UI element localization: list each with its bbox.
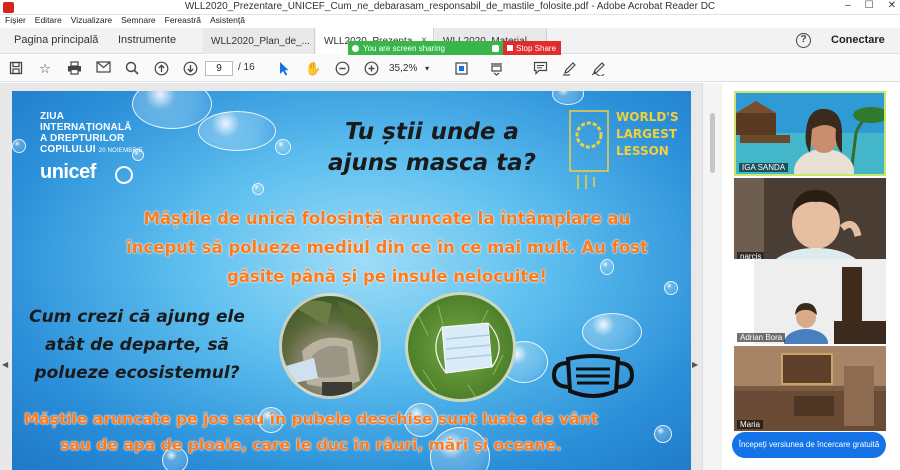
tab-tools[interactable]: Instrumente bbox=[118, 28, 176, 54]
water-drop-decoration bbox=[252, 183, 264, 195]
scrollbar-thumb[interactable] bbox=[710, 113, 715, 173]
email-icon[interactable] bbox=[95, 61, 111, 76]
participant-tile[interactable]: Adrian Bora bbox=[734, 259, 886, 344]
mask-on-chair-photo bbox=[279, 293, 381, 399]
unicef-date: 20 NOIEMBRIE bbox=[98, 148, 144, 154]
slide-question-title: Tu știi unde a ajuns masca ta? bbox=[327, 119, 537, 176]
maximize-button[interactable]: ☐ bbox=[865, 0, 874, 11]
hand-tool-icon[interactable]: ✋ bbox=[305, 61, 321, 76]
unicef-line-3: A DREPTURILOR bbox=[40, 133, 125, 144]
bookmark-star-icon[interactable]: ☆ bbox=[37, 61, 53, 76]
close-button[interactable]: ✕ bbox=[888, 0, 896, 11]
wll-title: WORLD'S LARGEST LESSON bbox=[616, 109, 679, 160]
previous-page-icon[interactable] bbox=[153, 61, 169, 76]
slide-paragraph-wind-rain: Măștile aruncate pe jos sau în pubele de… bbox=[23, 410, 599, 454]
participant-video bbox=[734, 178, 886, 263]
wll-line-1: WORLD'S bbox=[616, 110, 679, 124]
slide-question-ecosystem: Cum crezi că ajung ele atât de departe, … bbox=[29, 307, 245, 383]
sign-icon[interactable] bbox=[590, 61, 606, 77]
pdf-slide-page: ZIUA INTERNAȚIONALĂ A DREPTURILOR COPILU… bbox=[12, 91, 691, 470]
menu-file[interactable]: Fișier bbox=[5, 15, 26, 28]
sharing-text: You are screen sharing bbox=[363, 43, 445, 53]
stop-icon bbox=[507, 45, 513, 51]
menu-view[interactable]: Vizualizare bbox=[71, 15, 112, 28]
window-title: WLL2020_Prezentare_UNICEF_Cum_ne_debaras… bbox=[184, 1, 716, 12]
save-icon[interactable] bbox=[8, 61, 24, 76]
vertical-scrollbar[interactable] bbox=[702, 83, 722, 470]
unicef-line-4: COPILULUI bbox=[40, 144, 96, 155]
menu-bar: Fișier Editare Vizualizare Semnare Ferea… bbox=[0, 15, 900, 28]
water-drop-decoration bbox=[12, 139, 26, 153]
participant-name: Adrian Bora bbox=[737, 333, 786, 342]
menu-sign[interactable]: Semnare bbox=[121, 15, 156, 28]
participant-tile[interactable]: IGA SANDA bbox=[734, 91, 886, 176]
stop-share-button[interactable]: Stop Share bbox=[503, 41, 561, 55]
participant-video bbox=[734, 259, 886, 344]
start-free-trial-button[interactable]: Începeți versiunea de încercare gratuită bbox=[732, 432, 886, 458]
participant-name: Maria bbox=[737, 420, 764, 429]
screen-share-bar: You are screen sharing Stop Share bbox=[348, 41, 561, 55]
unicef-globe-icon bbox=[115, 166, 133, 184]
tab-doc-plan-label: WLL2020_Plan_de_... bbox=[211, 36, 310, 47]
window-controls: – ☐ ✕ bbox=[845, 0, 896, 11]
page-total: / 16 bbox=[238, 62, 255, 73]
highlight-pen-icon[interactable] bbox=[561, 61, 577, 76]
collapse-right-panel-icon[interactable]: ▶ bbox=[692, 360, 698, 369]
tab-doc-plan[interactable]: WLL2020_Plan_de_... bbox=[203, 28, 315, 54]
zoom-search-icon[interactable] bbox=[124, 61, 140, 76]
tab-home[interactable]: Pagina principală bbox=[14, 28, 98, 54]
unicef-line-1: ZIUA bbox=[40, 111, 65, 122]
zoom-level-value: 35,2% bbox=[389, 63, 418, 74]
screen-sharing-indicator[interactable]: You are screen sharing bbox=[348, 41, 503, 55]
menu-edit[interactable]: Editare bbox=[35, 15, 62, 28]
sharing-options-icon bbox=[492, 44, 499, 52]
menu-window[interactable]: Fereastră bbox=[165, 15, 201, 28]
toolbar: ☆ 9 / 16 ✋ 35,2% ▾ bbox=[0, 55, 900, 82]
face-mask-icon bbox=[551, 354, 635, 398]
connect-button[interactable]: Conectare bbox=[831, 34, 885, 46]
page-number-input[interactable]: 9 bbox=[205, 61, 233, 76]
water-drop-decoration bbox=[654, 425, 672, 443]
zoom-level-dropdown[interactable]: 35,2% ▾ bbox=[389, 61, 439, 76]
video-participants-panel: IGA SANDA narcis Adrian Bora Maria bbox=[722, 83, 900, 470]
zoom-in-icon[interactable] bbox=[363, 61, 379, 76]
water-drop-decoration bbox=[582, 313, 642, 351]
participant-tile[interactable]: narcis bbox=[734, 178, 886, 263]
wll-line-2: LARGEST bbox=[616, 127, 678, 141]
water-drop-decoration bbox=[275, 139, 291, 155]
participant-name: IGA SANDA bbox=[739, 163, 789, 172]
minimize-button[interactable]: – bbox=[845, 0, 851, 11]
mask-on-grass-photo bbox=[405, 292, 516, 402]
participant-video bbox=[736, 93, 884, 174]
zoom-out-icon[interactable] bbox=[334, 61, 350, 76]
water-drop-decoration bbox=[552, 91, 584, 105]
stop-share-label: Stop Share bbox=[516, 43, 557, 53]
water-drop-decoration bbox=[198, 111, 276, 151]
title-bar: WLL2020_Prezentare_UNICEF_Cum_ne_debaras… bbox=[0, 0, 900, 15]
scroll-mode-icon[interactable] bbox=[488, 61, 504, 76]
chevron-down-icon: ▾ bbox=[425, 64, 430, 73]
collapse-left-panel-icon[interactable]: ◀ bbox=[2, 360, 8, 369]
fit-page-icon[interactable] bbox=[453, 61, 469, 76]
next-page-icon[interactable] bbox=[182, 61, 198, 76]
comment-icon[interactable] bbox=[532, 61, 548, 76]
slide-paragraph-pollution: Măștile de unică folosință aruncate la î… bbox=[126, 209, 648, 286]
select-cursor-icon[interactable] bbox=[276, 61, 292, 76]
unicef-line-2: INTERNAȚIONALĂ bbox=[40, 122, 132, 133]
help-icon[interactable]: ? bbox=[796, 33, 811, 48]
participant-video bbox=[734, 346, 886, 431]
menu-help[interactable]: Asistență bbox=[210, 15, 245, 28]
print-icon[interactable] bbox=[66, 61, 82, 76]
sharing-dot-icon bbox=[352, 44, 359, 52]
participant-tile[interactable]: Maria bbox=[734, 346, 886, 431]
wll-line-3: LESSON bbox=[616, 144, 669, 158]
